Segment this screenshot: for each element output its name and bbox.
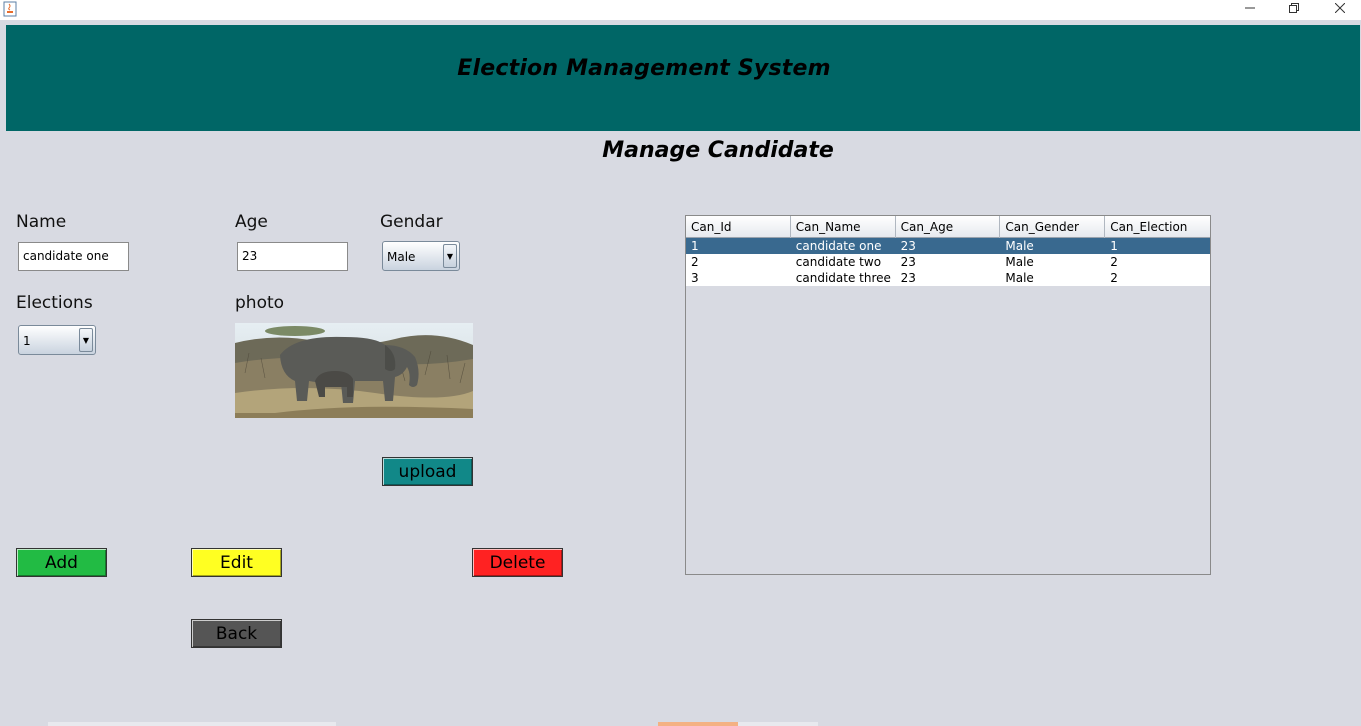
- minimize-button[interactable]: [1228, 0, 1272, 16]
- elections-label: Elections: [16, 293, 93, 313]
- add-button[interactable]: Add: [16, 548, 107, 577]
- chevron-down-icon[interactable]: ▼: [79, 328, 93, 352]
- elections-select-value: 1: [23, 334, 31, 348]
- bottom-strip-segment: [48, 722, 336, 726]
- table-cell: 23: [900, 255, 916, 269]
- candidate-photo: [235, 323, 473, 418]
- elections-select[interactable]: 1 ▼: [18, 325, 96, 355]
- table-cell: candidate one: [795, 239, 882, 253]
- table-cell: 3: [691, 271, 699, 285]
- name-label: Name: [16, 212, 67, 232]
- edit-button[interactable]: Edit: [191, 548, 282, 577]
- table-cell: 2: [1110, 255, 1118, 269]
- delete-button[interactable]: Delete: [472, 548, 563, 577]
- table-cell: candidate two: [795, 255, 882, 269]
- close-button[interactable]: [1318, 0, 1361, 16]
- age-field[interactable]: 23: [237, 242, 348, 271]
- close-icon: [1335, 3, 1345, 13]
- column-header[interactable]: Can_Election: [1105, 216, 1210, 238]
- minimize-icon: [1245, 7, 1255, 9]
- column-header[interactable]: Can_Name: [791, 216, 896, 238]
- table-cell: Male: [1005, 271, 1034, 285]
- table-cell: candidate three: [795, 271, 891, 285]
- back-button[interactable]: Back: [191, 619, 282, 648]
- table-cell: Male: [1005, 255, 1034, 269]
- gender-select-value: Male: [387, 250, 416, 264]
- table-header: Can_Id Can_Name Can_Age Can_Gender Can_E…: [686, 216, 1210, 238]
- table-cell: 2: [1110, 271, 1118, 285]
- column-header[interactable]: Can_Age: [896, 216, 1001, 238]
- column-header[interactable]: Can_Id: [686, 216, 791, 238]
- table-cell: Male: [1005, 239, 1034, 253]
- window-titlebar: [0, 0, 1361, 20]
- gender-select[interactable]: Male ▼: [382, 241, 460, 271]
- restore-icon: [1289, 3, 1299, 13]
- candidates-table[interactable]: Can_Id Can_Name Can_Age Can_Gender Can_E…: [685, 215, 1211, 575]
- chevron-down-icon[interactable]: ▼: [443, 244, 457, 268]
- header-banner: Election Management System: [6, 25, 1360, 131]
- table-row[interactable]: 2 candidate two 23 Male 2: [686, 254, 1210, 270]
- name-field[interactable]: candidate one: [18, 242, 129, 271]
- upload-button[interactable]: upload: [382, 457, 473, 486]
- table-cell: 1: [1110, 239, 1118, 253]
- app-title: Election Management System: [457, 56, 831, 81]
- bottom-strip-segment: [658, 722, 738, 726]
- gender-label: Gendar: [380, 212, 443, 232]
- table-cell: 23: [900, 271, 916, 285]
- restore-button[interactable]: [1272, 0, 1316, 16]
- bottom-strip-segment: [738, 722, 818, 726]
- table-cell: 1: [691, 239, 699, 253]
- table-cell: 2: [691, 255, 699, 269]
- table-cell: 23: [900, 239, 916, 253]
- age-label: Age: [235, 212, 268, 232]
- table-row[interactable]: 1 candidate one 23 Male 1: [686, 238, 1210, 254]
- table-row[interactable]: 3 candidate three 23 Male 2: [686, 270, 1210, 286]
- java-cup-icon: [3, 1, 17, 17]
- column-header[interactable]: Can_Gender: [1000, 216, 1106, 238]
- photo-label: photo: [235, 293, 285, 313]
- page-title: Manage Candidate: [602, 138, 834, 163]
